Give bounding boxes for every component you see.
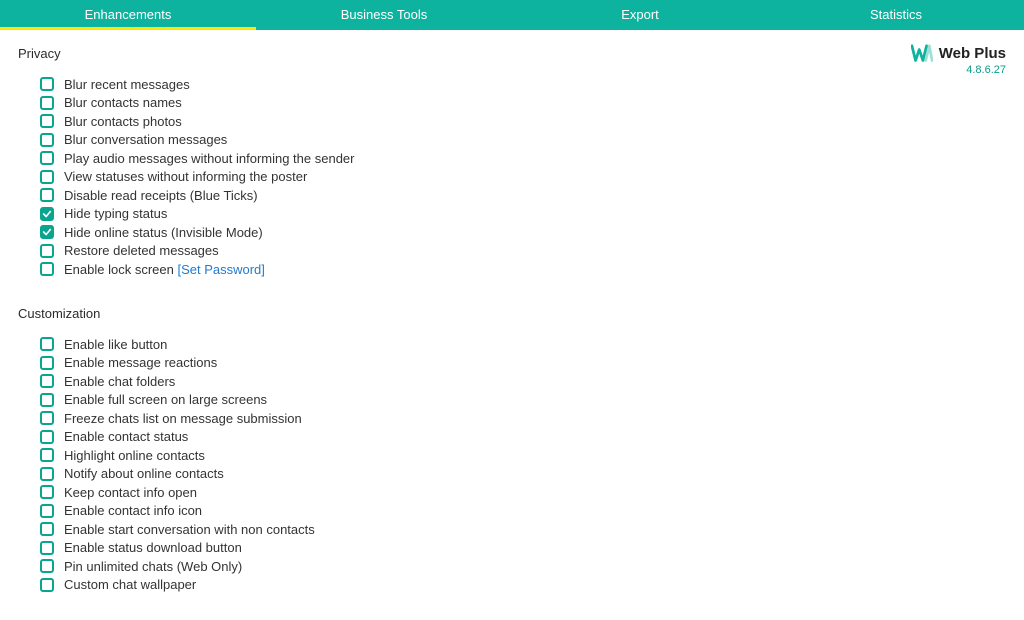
option-row[interactable]: Play audio messages without informing th… <box>40 149 1006 167</box>
option-row[interactable]: Enable like button <box>40 335 1006 353</box>
checkbox[interactable] <box>40 411 54 425</box>
checkbox[interactable] <box>40 559 54 573</box>
option-row[interactable]: Hide online status (Invisible Mode) <box>40 223 1006 241</box>
checkbox[interactable] <box>40 356 54 370</box>
option-row[interactable]: Notify about online contacts <box>40 465 1006 483</box>
option-row[interactable]: Enable lock screen [Set Password] <box>40 260 1006 278</box>
option-row[interactable]: Disable read receipts (Blue Ticks) <box>40 186 1006 204</box>
option-label: Enable like button <box>64 337 167 352</box>
option-label: Enable status download button <box>64 540 242 555</box>
checkbox[interactable] <box>40 96 54 110</box>
option-label: Enable start conversation with non conta… <box>64 522 315 537</box>
checkbox[interactable] <box>40 151 54 165</box>
option-row[interactable]: Enable chat folders <box>40 372 1006 390</box>
option-row[interactable]: Enable contact info icon <box>40 502 1006 520</box>
options-list: Blur recent messages Blur contacts names B… <box>18 75 1006 278</box>
option-label: Disable read receipts (Blue Ticks) <box>64 188 258 203</box>
section-privacy: Privacy Blur recent messages Blur contacts… <box>18 46 1006 278</box>
option-label: Enable chat folders <box>64 374 175 389</box>
section-title: Customization <box>18 306 1006 321</box>
option-row[interactable]: Highlight online contacts <box>40 446 1006 464</box>
option-label: Keep contact info open <box>64 485 197 500</box>
option-row[interactable]: Blur contacts photos <box>40 112 1006 130</box>
option-label: Custom chat wallpaper <box>64 577 196 592</box>
option-label: Enable contact info icon <box>64 503 202 518</box>
option-row[interactable]: Blur recent messages <box>40 75 1006 93</box>
checkbox[interactable] <box>40 225 54 239</box>
brand-block: Web Plus 4.8.6.27 <box>911 44 1006 76</box>
checkbox[interactable] <box>40 114 54 128</box>
tab-statistics[interactable]: Statistics <box>768 0 1024 30</box>
option-row[interactable]: Blur contacts names <box>40 94 1006 112</box>
option-label: Blur contacts names <box>64 95 182 110</box>
option-row[interactable]: View statuses without informing the post… <box>40 168 1006 186</box>
option-label: Notify about online contacts <box>64 466 224 481</box>
checkbox[interactable] <box>40 170 54 184</box>
checkbox[interactable] <box>40 133 54 147</box>
checkbox[interactable] <box>40 578 54 592</box>
option-label: Blur recent messages <box>64 77 190 92</box>
option-label: Enable full screen on large screens <box>64 392 267 407</box>
tab-export[interactable]: Export <box>512 0 768 30</box>
tab-business-tools[interactable]: Business Tools <box>256 0 512 30</box>
option-row[interactable]: Keep contact info open <box>40 483 1006 501</box>
brand-version: 4.8.6.27 <box>911 64 1006 76</box>
option-label: Play audio messages without informing th… <box>64 151 355 166</box>
option-label: Hide online status (Invisible Mode) <box>64 225 263 240</box>
option-row[interactable]: Custom chat wallpaper <box>40 576 1006 594</box>
checkbox[interactable] <box>40 485 54 499</box>
section-customization: Customization Enable like button Enable me… <box>18 306 1006 594</box>
option-row[interactable]: Restore deleted messages <box>40 242 1006 260</box>
checkbox[interactable] <box>40 504 54 518</box>
checkbox[interactable] <box>40 467 54 481</box>
option-row[interactable]: Enable message reactions <box>40 354 1006 372</box>
option-label: Blur conversation messages <box>64 132 227 147</box>
option-row[interactable]: Enable start conversation with non conta… <box>40 520 1006 538</box>
section-title: Privacy <box>18 46 1006 61</box>
option-label: Enable contact status <box>64 429 188 444</box>
checkbox[interactable] <box>40 244 54 258</box>
option-label: Blur contacts photos <box>64 114 182 129</box>
option-row[interactable]: Pin unlimited chats (Web Only) <box>40 557 1006 575</box>
checkbox[interactable] <box>40 262 54 276</box>
option-label: Hide typing status <box>64 206 167 221</box>
checkbox[interactable] <box>40 522 54 536</box>
checkbox[interactable] <box>40 374 54 388</box>
options-list: Enable like button Enable message reactio… <box>18 335 1006 594</box>
brand-name: Web Plus <box>939 45 1006 62</box>
option-row[interactable]: Freeze chats list on message submission <box>40 409 1006 427</box>
checkbox[interactable] <box>40 207 54 221</box>
option-label: Pin unlimited chats (Web Only) <box>64 559 242 574</box>
tab-enhancements[interactable]: Enhancements <box>0 0 256 30</box>
option-label: Enable message reactions <box>64 355 217 370</box>
option-row[interactable]: Enable status download button <box>40 539 1006 557</box>
option-row[interactable]: Enable full screen on large screens <box>40 391 1006 409</box>
option-label: Enable lock screen [Set Password] <box>64 262 265 277</box>
set-password-link[interactable]: [Set Password] <box>177 262 264 277</box>
option-row[interactable]: Enable contact status <box>40 428 1006 446</box>
checkbox[interactable] <box>40 337 54 351</box>
checkbox[interactable] <box>40 393 54 407</box>
checkbox[interactable] <box>40 430 54 444</box>
option-label: Highlight online contacts <box>64 448 205 463</box>
tab-bar: EnhancementsBusiness ToolsExportStatisti… <box>0 0 1024 30</box>
option-label: View statuses without informing the post… <box>64 169 307 184</box>
option-row[interactable]: Blur conversation messages <box>40 131 1006 149</box>
checkbox[interactable] <box>40 541 54 555</box>
checkbox[interactable] <box>40 188 54 202</box>
content-area: Web Plus 4.8.6.27 Privacy Blur recent mes… <box>0 30 1024 594</box>
option-label: Freeze chats list on message submission <box>64 411 302 426</box>
checkbox[interactable] <box>40 448 54 462</box>
brand-logo-icon <box>911 44 933 62</box>
option-label: Restore deleted messages <box>64 243 219 258</box>
checkbox[interactable] <box>40 77 54 91</box>
option-row[interactable]: Hide typing status <box>40 205 1006 223</box>
